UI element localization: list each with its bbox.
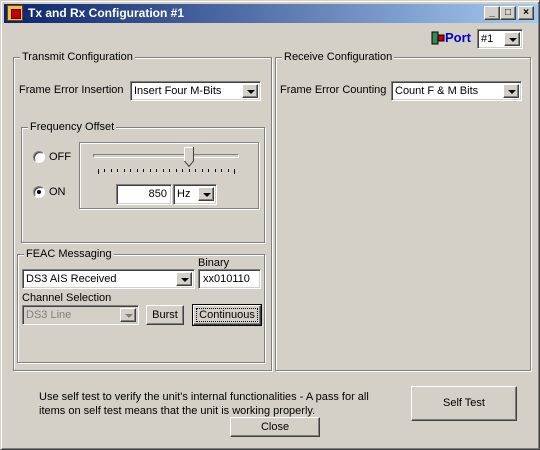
slider-tick: [130, 169, 132, 172]
frequency-offset-label: Frequency Offset: [28, 121, 117, 133]
continuous-button[interactable]: Continuous: [192, 304, 262, 326]
frequency-value-field[interactable]: 850: [116, 184, 172, 205]
burst-button[interactable]: Burst: [146, 305, 184, 325]
slider-tick: [214, 169, 216, 172]
slider-tick: [234, 169, 235, 174]
receive-group-label: Receive Configuration: [282, 51, 395, 63]
slider-tick: [136, 169, 138, 172]
port-icon: [431, 31, 445, 45]
slider-tick: [188, 169, 190, 172]
chevron-down-icon: [125, 314, 133, 318]
chevron-down-icon: [247, 90, 255, 94]
slider-tick: [201, 169, 203, 172]
frame-error-counting-value: Count F & M Bits: [395, 85, 479, 97]
chevron-down-icon: [181, 278, 189, 282]
window-title: Tx and Rx Configuration #1: [28, 6, 185, 20]
frequency-slider-thumb[interactable]: [184, 147, 195, 168]
maximize-button[interactable]: □: [500, 6, 516, 20]
port-select-arrow[interactable]: [504, 32, 520, 46]
frame-error-insertion-arrow[interactable]: [242, 84, 258, 98]
self-test-button[interactable]: Self Test: [411, 386, 517, 421]
frequency-unit-select[interactable]: Hz: [173, 184, 217, 205]
slider-tick: [117, 169, 119, 172]
slider-tick: [175, 169, 177, 172]
frequency-off-radio[interactable]: [33, 151, 45, 163]
receive-configuration-group: Receive Configuration: [275, 51, 531, 371]
frame-error-insertion-value: Insert Four M-Bits: [134, 85, 222, 97]
self-test-info-text: Use self test to verify the unit's inter…: [39, 391, 369, 417]
feac-messaging-label: FEAC Messaging: [24, 248, 114, 260]
config-window: Tx and Rx Configuration #1 _ □ × Port #1…: [0, 0, 540, 450]
frequency-on-radio[interactable]: [33, 186, 45, 198]
frequency-unit-value: Hz: [177, 188, 191, 200]
binary-value: xx010110: [203, 273, 250, 285]
frequency-value: 850: [148, 188, 167, 200]
frame-error-counting-label: Frame Error Counting: [280, 84, 387, 96]
title-bar[interactable]: Tx and Rx Configuration #1 _ □ ×: [4, 4, 538, 23]
slider-tick: [208, 169, 210, 172]
binary-field[interactable]: xx010110: [198, 269, 261, 289]
close-button[interactable]: Close: [230, 417, 320, 437]
port-select-value: #1: [481, 33, 494, 45]
frequency-on-label: ON: [49, 186, 66, 198]
chevron-down-icon: [509, 38, 517, 42]
slider-tick: [104, 169, 106, 172]
slider-tick: [169, 169, 171, 172]
feac-message-arrow[interactable]: [176, 272, 192, 286]
binary-label: Binary: [198, 257, 230, 269]
minimize-button[interactable]: _: [484, 6, 500, 20]
chevron-down-icon: [203, 193, 211, 197]
slider-tick: [221, 169, 223, 172]
feac-message-value: DS3 AIS Received: [26, 273, 117, 285]
frequency-unit-arrow[interactable]: [198, 187, 214, 201]
feac-message-select[interactable]: DS3 AIS Received: [22, 269, 195, 289]
slider-tick: [110, 169, 112, 172]
slider-tick: [98, 169, 99, 174]
port-select[interactable]: #1: [477, 29, 523, 49]
slider-tick: [123, 169, 125, 172]
slider-tick: [156, 169, 158, 172]
channel-selection-label: Channel Selection: [22, 292, 112, 304]
frame-error-counting-select[interactable]: Count F & M Bits: [391, 81, 522, 101]
chevron-down-icon: [508, 90, 516, 94]
transmit-group-label: Transmit Configuration: [20, 51, 135, 63]
slider-tick: [227, 169, 229, 172]
channel-selection-select[interactable]: DS3 Line: [22, 305, 139, 325]
frequency-slider-track[interactable]: [93, 154, 239, 158]
close-window-button[interactable]: ×: [518, 6, 534, 20]
slider-tick: [149, 169, 151, 172]
slider-tick: [182, 169, 184, 172]
frequency-off-label: OFF: [49, 151, 71, 163]
channel-selection-value: DS3 Line: [26, 309, 72, 321]
frame-error-insertion-label: Frame Error Insertion: [19, 84, 124, 96]
channel-selection-arrow[interactable]: [120, 308, 136, 322]
slider-tick: [162, 169, 164, 172]
frame-error-insertion-select[interactable]: Insert Four M-Bits: [130, 81, 261, 101]
slider-tick: [195, 169, 197, 172]
frame-error-counting-arrow[interactable]: [503, 84, 519, 98]
slider-tick: [143, 169, 145, 172]
app-icon: [7, 5, 23, 21]
port-label[interactable]: Port: [445, 30, 471, 45]
focus-ring: [196, 308, 258, 322]
